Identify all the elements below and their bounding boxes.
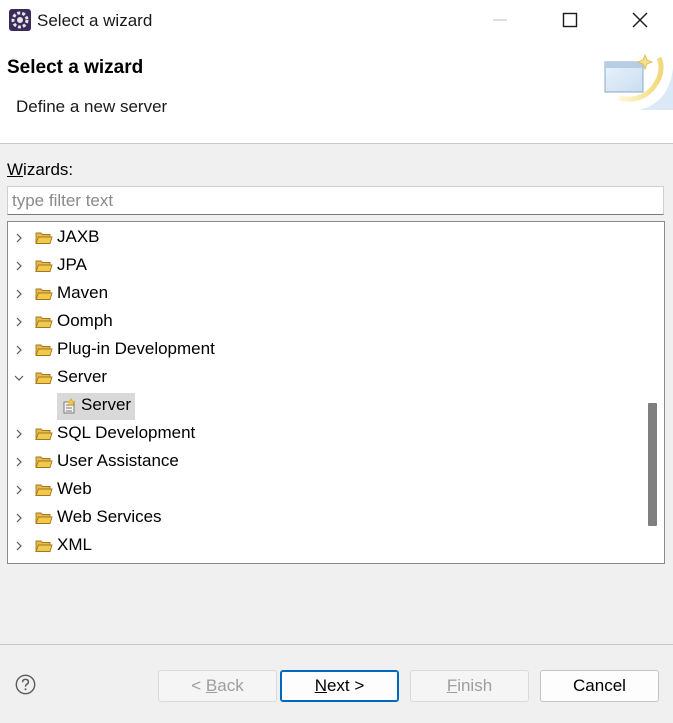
tree-item[interactable]: Server [8, 364, 638, 392]
next-button[interactable]: Next > [280, 670, 399, 702]
chevron-right-icon[interactable] [12, 511, 26, 525]
filter-input[interactable] [7, 186, 664, 215]
tree-item-label: Plug-in Development [57, 339, 215, 358]
wizards-label-text: izards: [23, 160, 74, 179]
tree-item[interactable]: Maven [8, 280, 638, 308]
page-title: Select a wizard [7, 57, 144, 78]
folder-icon [35, 428, 53, 440]
chevron-right-icon[interactable] [12, 455, 26, 469]
folder-icon [35, 456, 53, 468]
next-button-label: ext > [326, 676, 365, 695]
chevron-right-icon[interactable] [12, 483, 26, 497]
close-icon [632, 12, 648, 28]
folder-icon [35, 232, 53, 244]
tree-item-label: Maven [57, 283, 109, 302]
folder-icon [35, 344, 53, 356]
tree-item-label: Server [81, 395, 132, 414]
back-button-label: ack [217, 676, 244, 695]
folder-icon [35, 512, 53, 524]
page-description: Define a new server [16, 97, 168, 116]
folder-icon [35, 260, 53, 272]
tree-item-label: XML [57, 535, 92, 554]
minimize-button[interactable] [465, 0, 535, 40]
folder-icon [35, 484, 53, 496]
tree-item[interactable]: XML [8, 532, 638, 560]
back-button-mnemonic: B [205, 676, 218, 695]
finish-button-mnemonic: F [446, 676, 458, 695]
cancel-button-label: Cancel [573, 676, 626, 695]
tree-item-label: JAXB [57, 227, 100, 246]
tree-item-label: Oomph [57, 311, 113, 330]
new-wizard-banner-icon [599, 48, 673, 110]
maximize-button[interactable] [535, 0, 605, 40]
folder-icon [35, 540, 53, 552]
chevron-right-icon[interactable] [12, 259, 26, 273]
tree-item[interactable]: SQL Development [8, 420, 638, 448]
minimize-icon [493, 19, 507, 21]
footer-separator [0, 644, 673, 645]
chevron-right-icon[interactable] [12, 315, 26, 329]
tree-item-label: JPA [57, 255, 87, 274]
tree-item[interactable]: Oomph [8, 308, 638, 336]
wizards-label-mnemonic: W [7, 160, 24, 179]
tree-item[interactable]: JPA [8, 252, 638, 280]
wizards-label: Wizards: [7, 160, 73, 180]
folder-icon [35, 372, 53, 384]
folder-icon [35, 288, 53, 300]
tree-item-label: SQL Development [57, 423, 196, 442]
cancel-button[interactable]: Cancel [540, 670, 659, 702]
back-button-prefix: < [191, 676, 206, 695]
finish-button[interactable]: Finish [410, 670, 529, 702]
tree-item[interactable]: User Assistance [8, 448, 638, 476]
tree-item-label: User Assistance [57, 451, 179, 470]
chevron-right-icon[interactable] [12, 539, 26, 553]
chevron-right-icon[interactable] [12, 231, 26, 245]
chevron-down-icon[interactable] [12, 371, 26, 385]
tree-item[interactable]: Web [8, 476, 638, 504]
server-wizard-icon [63, 398, 76, 414]
tree-item[interactable]: Plug-in Development [8, 336, 638, 364]
next-button-mnemonic: N [314, 676, 327, 695]
tree-item-label: Server [57, 367, 108, 386]
help-icon[interactable] [15, 674, 36, 695]
chevron-right-icon[interactable] [12, 287, 26, 301]
tree-item-child[interactable]: Server [8, 392, 638, 420]
wizard-tree[interactable]: JAXB JPA Maven Oomph Plug-in Development Serv… [7, 221, 665, 564]
folder-icon [35, 316, 53, 328]
wizard-header: Select a wizard Define a new server [0, 40, 673, 144]
maximize-icon [562, 12, 578, 28]
chevron-right-icon[interactable] [12, 427, 26, 441]
title-bar[interactable]: Select a wizard [0, 0, 673, 40]
tree-item[interactable]: Web Services [8, 504, 638, 532]
chevron-right-icon[interactable] [12, 343, 26, 357]
back-button[interactable]: < Back [158, 670, 277, 702]
finish-button-label: inish [457, 676, 493, 695]
tree-item-label: Web [57, 479, 92, 498]
tree-item[interactable]: JAXB [8, 224, 638, 252]
eclipse-gear-icon [9, 9, 31, 31]
tree-item-label: Web Services [57, 507, 162, 526]
scrollbar-thumb[interactable] [648, 403, 657, 526]
close-button[interactable] [605, 0, 673, 40]
window-title: Select a wizard [37, 11, 153, 30]
